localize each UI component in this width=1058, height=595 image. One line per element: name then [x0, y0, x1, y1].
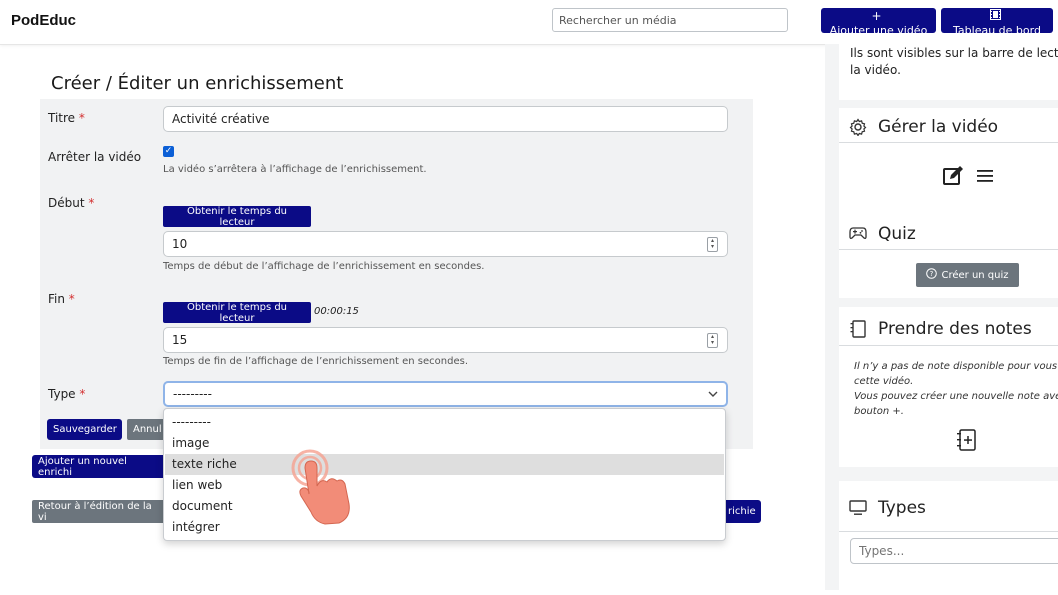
fin-spinner[interactable]: ▴ ▾ — [707, 333, 718, 348]
notes-card: Prendre des notes Il n’y a pas de note d… — [839, 307, 1058, 467]
add-new-enrichment-button[interactable]: Ajouter un nouvel enrichi — [32, 455, 167, 478]
stop-video-help: La vidéo s’arrêtera à l’affichage de l’e… — [163, 164, 427, 175]
dashboard-button[interactable]: Tableau de bord — [941, 8, 1053, 37]
create-quiz-button[interactable]: ? Créer un quiz — [916, 263, 1019, 287]
notes-title: Prendre des notes — [878, 319, 1032, 339]
fin-input[interactable]: 15 — [163, 327, 728, 353]
fin-label: Fin * — [48, 292, 75, 306]
page-title: Créer / Éditer un enrichissement — [51, 73, 344, 94]
types-search-input[interactable] — [850, 538, 1058, 564]
save-button[interactable]: Sauvegarder — [47, 419, 122, 440]
plus-icon: + — [871, 9, 882, 23]
question-circle-icon: ? — [926, 268, 938, 282]
quiz-card: Quiz ? Créer un quiz — [839, 216, 1058, 298]
type-select[interactable]: --------- — [163, 381, 728, 407]
notes-empty-text: Il n’y a pas de note disponible pour vou… — [854, 361, 1058, 417]
fin-help: Temps de fin de l’affichage de l’enrichi… — [163, 356, 469, 367]
fin-time-readout: 00:00:15 — [314, 306, 359, 317]
type-dropdown-list: --------- image texte riche lien web doc… — [163, 408, 726, 541]
pointer-hand-icon — [287, 446, 355, 526]
quiz-title: Quiz — [878, 224, 916, 244]
menu-icon[interactable] — [977, 168, 993, 188]
cancel-button[interactable]: Annul — [127, 419, 167, 440]
search-input[interactable] — [552, 8, 788, 32]
type-option[interactable]: intégrer — [165, 517, 724, 538]
debut-help: Temps de début de l’affichage de l’enric… — [163, 261, 485, 272]
right-sidebar: Ils sont visibles sur la barre de lectur… — [825, 44, 1058, 590]
types-card: Types — [839, 481, 1058, 590]
types-title: Types — [878, 498, 926, 518]
type-option-highlighted[interactable]: texte riche — [165, 454, 724, 475]
debut-label: Début * — [48, 196, 95, 210]
add-note-icon[interactable] — [956, 429, 976, 455]
type-option[interactable]: image — [165, 433, 724, 454]
film-icon — [989, 9, 1001, 23]
titre-input[interactable]: Activité créative — [163, 106, 728, 132]
type-option[interactable]: lien web — [165, 475, 724, 496]
debut-spinner[interactable]: ▴ ▾ — [707, 237, 718, 252]
type-option[interactable]: document — [165, 496, 724, 517]
titre-label: Titre * — [48, 111, 85, 125]
edit-icon[interactable] — [942, 165, 964, 191]
type-label: Type * — [48, 387, 86, 401]
notebook-icon — [850, 320, 866, 342]
back-to-video-edit-button[interactable]: Retour à l’édition de la vi — [32, 500, 167, 523]
gear-icon — [849, 118, 867, 140]
type-option[interactable]: --------- — [165, 412, 724, 433]
stop-video-checkbox[interactable]: ✓ — [163, 146, 174, 157]
get-time-end-button[interactable]: Obtenir le temps du lecteur — [163, 302, 311, 324]
get-time-start-button[interactable]: Obtenir le temps du lecteur — [163, 206, 311, 228]
debut-input[interactable]: 10 — [163, 231, 728, 257]
top-navbar: PodEduc +Ajouter une vidéo Tableau de bo… — [0, 0, 1058, 45]
stop-video-label: Arrêter la vidéo — [48, 150, 142, 164]
add-video-button[interactable]: +Ajouter une vidéo — [821, 8, 936, 37]
enrichment-view-button[interactable]: richie — [722, 500, 761, 523]
info-card: Ils sont visibles sur la barre de lectur… — [839, 44, 1058, 100]
manage-video-title: Gérer la vidéo — [878, 117, 999, 137]
monitor-icon — [849, 500, 867, 520]
gamepad-icon — [849, 225, 867, 244]
brand-logo[interactable]: PodEduc — [11, 12, 76, 29]
svg-text:?: ? — [930, 270, 934, 278]
